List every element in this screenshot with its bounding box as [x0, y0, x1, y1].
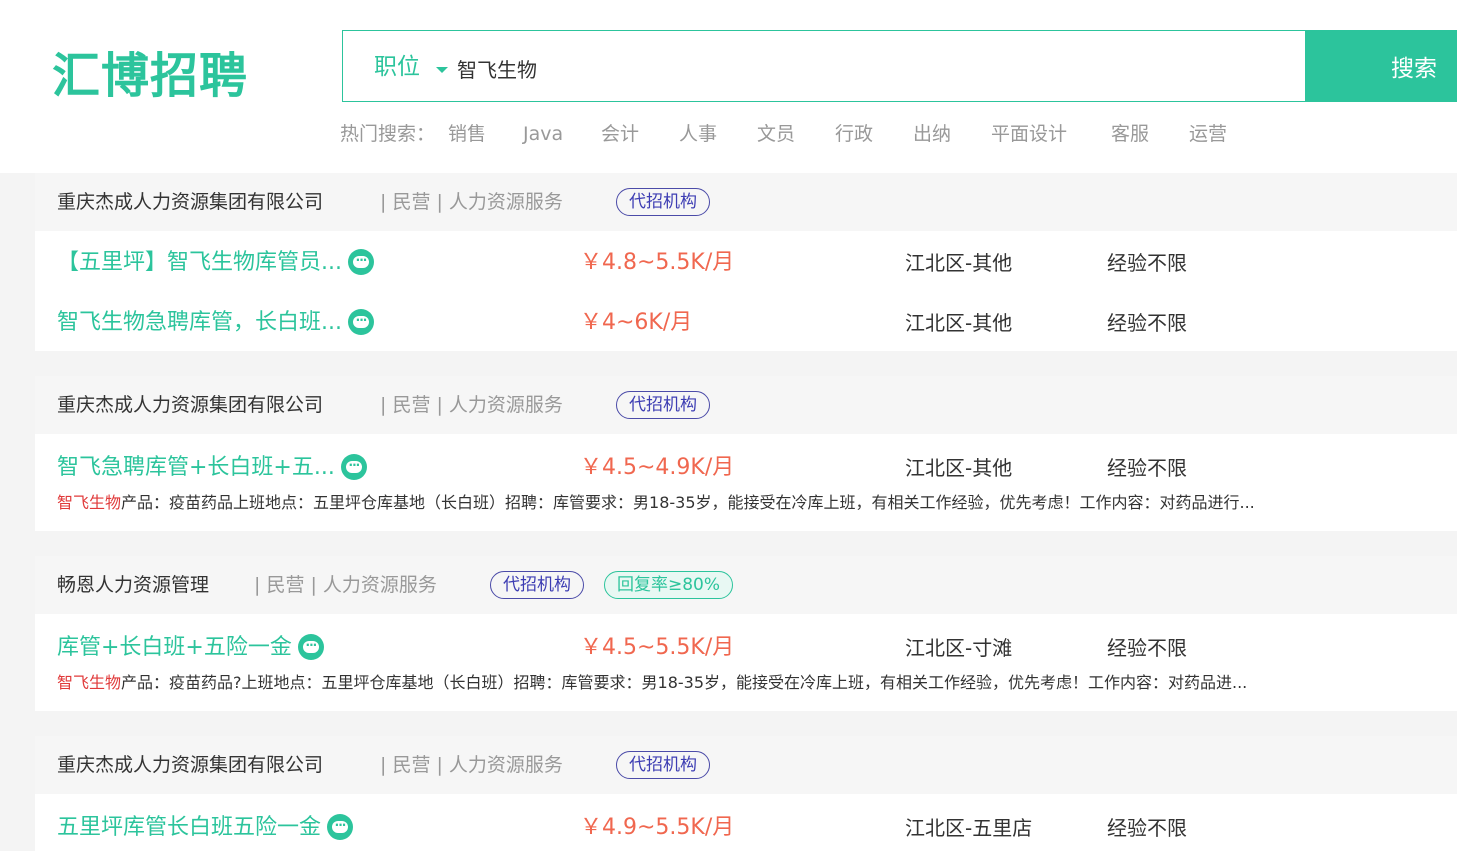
job-location: 江北区-其他 — [905, 251, 1013, 275]
chat-icon[interactable] — [297, 633, 324, 660]
search-input[interactable] — [455, 47, 1279, 89]
job-listing-card: 畅恩人力资源管理 | 民营 | 人力资源服务 代招机构 回复率≥80% 库管+长… — [35, 556, 1457, 711]
company-meta: | 民营 | 人力资源服务 — [380, 754, 563, 776]
hot-search-item[interactable]: 客服 — [1111, 117, 1149, 151]
company-name[interactable]: 重庆杰成人力资源集团有限公司 — [57, 736, 323, 794]
job-location: 江北区-五里店 — [905, 816, 1033, 840]
hot-search-item[interactable]: Java — [523, 117, 563, 151]
job-listing-card: 重庆杰成人力资源集团有限公司 | 民营 | 人力资源服务 代招机构 五里坪库管长… — [35, 736, 1457, 851]
company-header: 重庆杰成人力资源集团有限公司 | 民营 | 人力资源服务 代招机构 — [35, 376, 1457, 434]
experience: 经验不限 — [1107, 636, 1187, 660]
hot-search-item[interactable]: 人事 — [679, 117, 717, 151]
hot-search-item[interactable]: 平面设计 — [991, 117, 1067, 151]
description-text: 产品：疫苗药品?上班地点：五里坪仓库基地（长白班）招聘：库管要求：男18-35岁… — [121, 673, 1248, 692]
experience: 经验不限 — [1107, 251, 1187, 275]
job-title-text[interactable]: 智飞生物急聘库管，长白班... — [57, 310, 342, 335]
salary: ￥4.5~4.9K/月 — [580, 455, 735, 480]
hot-search-item[interactable]: 文员 — [757, 117, 795, 151]
reply-rate-tag: 回复率≥80% — [604, 571, 734, 599]
chat-icon[interactable] — [347, 308, 374, 335]
company-header: 畅恩人力资源管理 | 民营 | 人力资源服务 代招机构 回复率≥80% — [35, 556, 1457, 614]
job-title[interactable]: 库管+长白班+五险一金 — [57, 633, 324, 663]
experience: 经验不限 — [1107, 456, 1187, 480]
company-meta: | 民营 | 人力资源服务 — [254, 574, 437, 596]
site-logo[interactable]: 汇博招聘 — [52, 44, 248, 108]
company-meta: | 民营 | 人力资源服务 — [380, 191, 563, 213]
company-name[interactable]: 重庆杰成人力资源集团有限公司 — [57, 173, 323, 231]
company-header: 重庆杰成人力资源集团有限公司 | 民营 | 人力资源服务 代招机构 — [35, 173, 1457, 231]
site-header: 汇博招聘 职位 搜索 热门搜索： 销售 Java 会计 人事 文员 行政 出纳 … — [0, 0, 1457, 173]
agency-tag: 代招机构 — [616, 391, 710, 419]
job-description: 智飞生物产品：疫苗药品?上班地点：五里坪仓库基地（长白班）招聘：库管要求：男18… — [57, 671, 1407, 695]
keyword-highlight: 智飞生物 — [57, 673, 122, 692]
job-location: 江北区-其他 — [905, 311, 1013, 335]
search-type-dropdown[interactable]: 职位 — [374, 31, 420, 103]
job-title-text[interactable]: 【五里坪】智飞生物库管员... — [57, 250, 342, 275]
chat-icon[interactable] — [347, 248, 374, 275]
search-button[interactable]: 搜索 — [1305, 30, 1457, 102]
agency-tag: 代招机构 — [490, 571, 584, 599]
agency-tag: 代招机构 — [616, 751, 710, 779]
agency-tag: 代招机构 — [616, 188, 710, 216]
hot-search-label: 热门搜索： — [340, 123, 436, 145]
chat-icon[interactable] — [327, 813, 354, 840]
caret-down-icon[interactable] — [436, 67, 448, 73]
description-text: 产品：疫苗药品上班地点：五里坪仓库基地（长白班）招聘：库管要求：男18-35岁，… — [121, 493, 1255, 512]
company-header: 重庆杰成人力资源集团有限公司 | 民营 | 人力资源服务 代招机构 — [35, 736, 1457, 794]
job-location: 江北区-其他 — [905, 456, 1013, 480]
keyword-highlight: 智飞生物 — [57, 493, 122, 512]
job-title[interactable]: 【五里坪】智飞生物库管员... — [57, 248, 374, 278]
job-title[interactable]: 五里坪库管长白班五险一金 — [57, 813, 354, 843]
job-listing-card: 重庆杰成人力资源集团有限公司 | 民营 | 人力资源服务 代招机构 智飞急聘库管… — [35, 376, 1457, 531]
salary: ￥4.9~5.5K/月 — [580, 815, 735, 840]
job-title[interactable]: 智飞生物急聘库管，长白班... — [57, 308, 374, 338]
hot-search-bar: 热门搜索： 销售 Java 会计 人事 文员 行政 出纳 平面设计 客服 运营 — [340, 117, 1227, 151]
experience: 经验不限 — [1107, 311, 1187, 335]
job-title[interactable]: 智飞急聘库管+长白班+五... — [57, 453, 367, 483]
search-box: 职位 — [342, 30, 1305, 102]
salary: ￥4~6K/月 — [580, 310, 693, 335]
job-listing-card: 重庆杰成人力资源集团有限公司 | 民营 | 人力资源服务 代招机构 【五里坪】智… — [35, 173, 1457, 351]
chat-icon[interactable] — [340, 453, 367, 480]
company-meta: | 民营 | 人力资源服务 — [380, 394, 563, 416]
job-title-text[interactable]: 智飞急聘库管+长白班+五... — [57, 455, 335, 480]
job-location: 江北区-寸滩 — [905, 636, 1013, 660]
salary: ￥4.5~5.5K/月 — [580, 635, 735, 660]
salary: ￥4.8~5.5K/月 — [580, 250, 735, 275]
job-title-text[interactable]: 库管+长白班+五险一金 — [57, 635, 292, 660]
hot-search-item[interactable]: 出纳 — [913, 117, 951, 151]
experience: 经验不限 — [1107, 816, 1187, 840]
hot-search-item[interactable]: 运营 — [1189, 117, 1227, 151]
company-name[interactable]: 畅恩人力资源管理 — [57, 556, 209, 614]
hot-search-item[interactable]: 会计 — [601, 117, 639, 151]
hot-search-item[interactable]: 销售 — [448, 117, 486, 151]
company-name[interactable]: 重庆杰成人力资源集团有限公司 — [57, 376, 323, 434]
job-description: 智飞生物产品：疫苗药品上班地点：五里坪仓库基地（长白班）招聘：库管要求：男18-… — [57, 491, 1407, 515]
job-title-text[interactable]: 五里坪库管长白班五险一金 — [57, 815, 321, 840]
hot-search-item[interactable]: 行政 — [835, 117, 873, 151]
